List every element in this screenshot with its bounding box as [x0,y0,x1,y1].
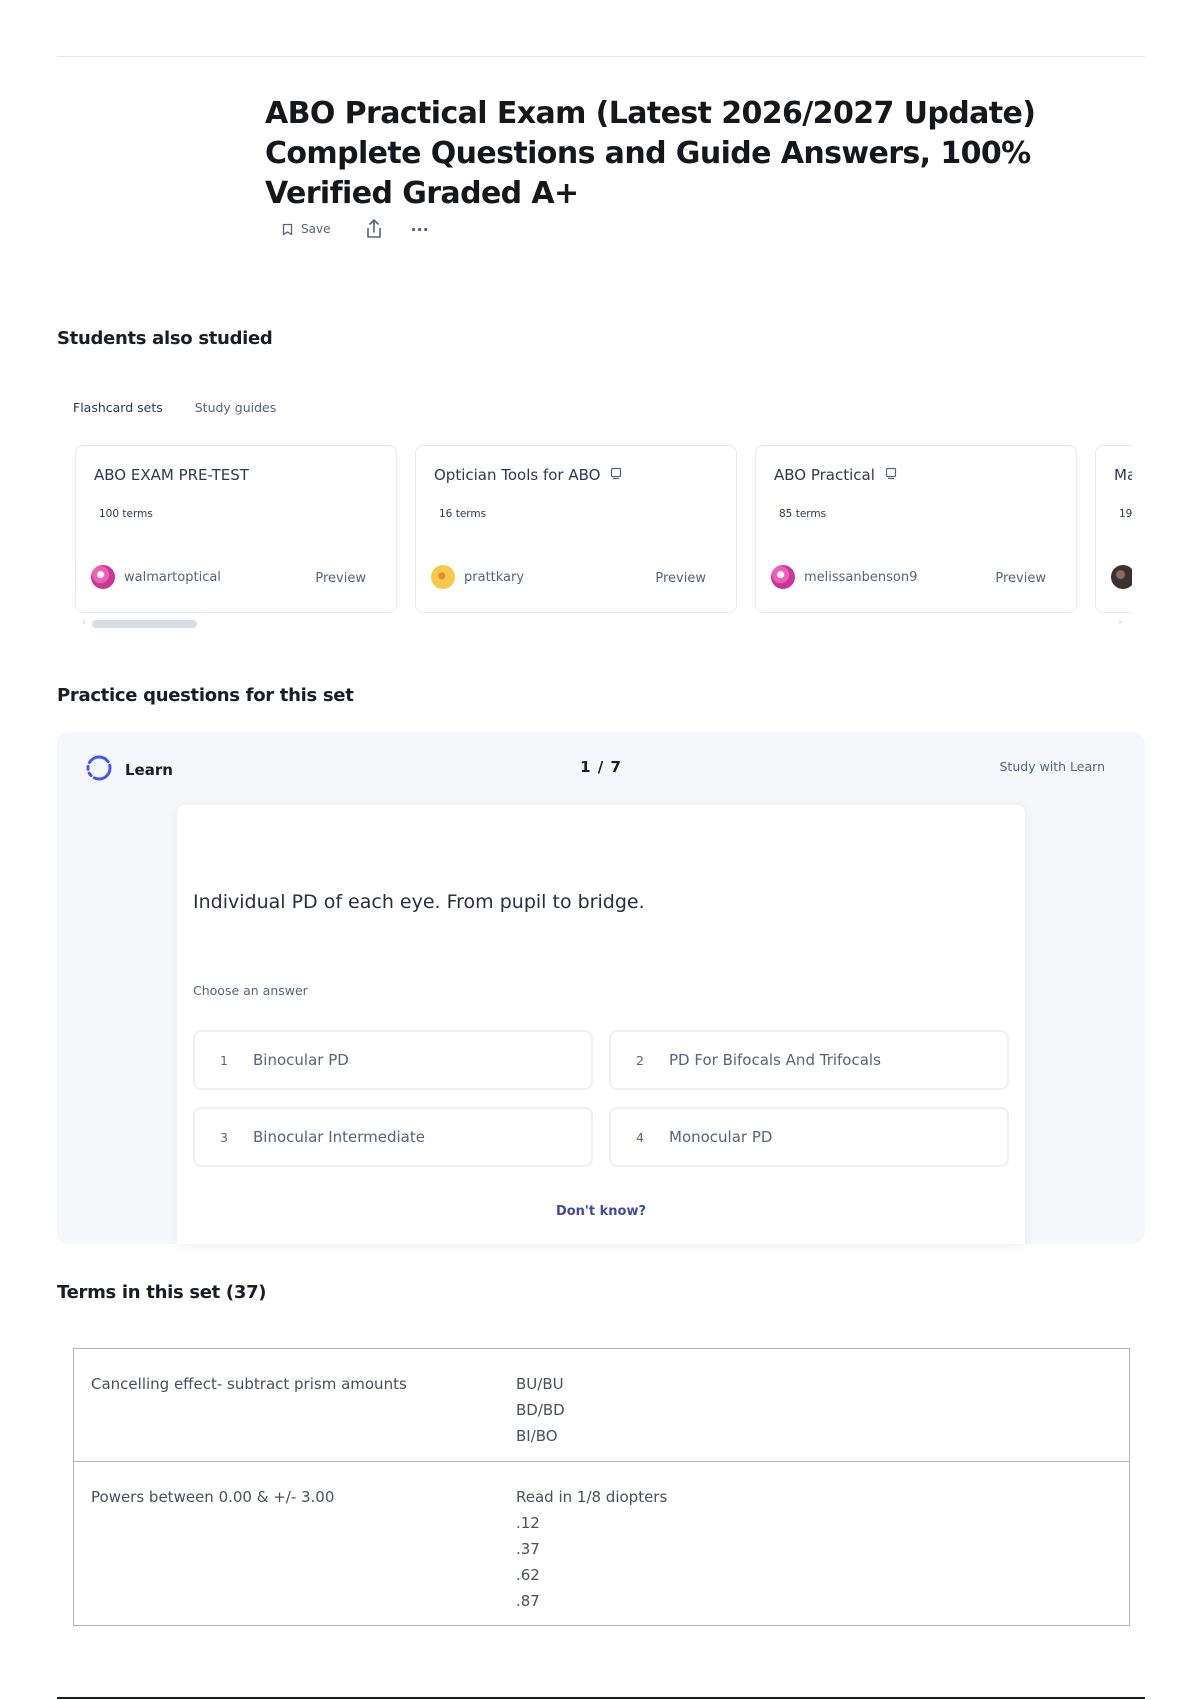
option-number: 2 [636,1052,644,1068]
action-bar: Save ··· [282,215,429,243]
term-text: Cancelling effect- subtract prism amount… [91,1375,407,1393]
preview-button[interactable]: Preview [655,571,706,586]
study-type-tabs: Flashcard sets Study guides [73,400,276,415]
tab-flashcard-sets[interactable]: Flashcard sets [73,400,163,415]
answer-option-4[interactable]: 4 Monocular PD [609,1107,1009,1167]
save-label: Save [301,222,331,236]
card-author[interactable] [1111,565,1132,589]
definition-text: Read in 1/8 diopters .12 .37 .62 .87 [516,1488,668,1610]
study-with-learn-link[interactable]: Study with Learn [1000,759,1106,774]
bottom-divider [57,1697,1145,1699]
tab-study-guides[interactable]: Study guides [195,400,277,415]
card-term-count: 19 [1119,508,1132,520]
term-text: Powers between 0.00 & +/- 3.00 [91,1488,335,1506]
card-author[interactable]: melissanbenson9 [771,565,917,589]
preview-button[interactable]: Preview [315,571,366,586]
answer-option-2[interactable]: 2 PD For Bifocals And Trifocals [609,1030,1009,1090]
related-set-card[interactable]: Ma 19 [1095,445,1132,613]
study-guide-icon [610,466,622,484]
avatar [91,565,115,589]
card-term-count: 100 terms [99,508,153,520]
more-options-icon[interactable]: ··· [410,220,428,239]
avatar [431,565,455,589]
share-icon[interactable] [364,218,384,240]
preview-button[interactable]: Preview [995,571,1046,586]
question-progress: 1 / 7 [580,758,622,776]
question-text: Individual PD of each eye. From pupil to… [193,891,645,913]
definition-text: BU/BU BD/BD BI/BO [516,1375,565,1445]
table-row: Cancelling effect- subtract prism amount… [74,1349,1129,1461]
option-label: Monocular PD [669,1128,773,1146]
related-set-card[interactable]: ABO Practical 85 terms melissanbenson9 P… [755,445,1077,613]
page-title: ABO Practical Exam (Latest 2026/2027 Upd… [265,96,1036,211]
option-number: 4 [636,1129,644,1145]
option-number: 3 [220,1129,228,1145]
avatar [771,565,795,589]
table-row: Powers between 0.00 & +/- 3.00 Read in 1… [74,1461,1129,1625]
scroll-right-icon[interactable]: › [1118,617,1122,628]
card-title: ABO EXAM PRE-TEST [94,466,249,484]
card-term-count: 85 terms [779,508,827,520]
card-author[interactable]: prattkary [431,565,524,589]
answer-option-1[interactable]: 1 Binocular PD [193,1030,593,1090]
answer-option-3[interactable]: 3 Binocular Intermediate [193,1107,593,1167]
save-button[interactable]: Save [282,222,330,236]
related-sets-carousel: ABO EXAM PRE-TEST 100 terms walmartoptic… [75,445,1132,615]
option-label: Binocular PD [253,1051,349,1069]
bookmark-icon [282,223,293,236]
card-title: Optician Tools for ABO [434,466,622,484]
dont-know-button[interactable]: Don't know? [177,1204,1025,1219]
card-author[interactable]: walmartoptical [91,565,221,589]
choose-answer-label: Choose an answer [193,983,308,998]
students-also-studied-heading: Students also studied [57,328,273,349]
study-guide-icon [885,466,897,484]
terms-table: Cancelling effect- subtract prism amount… [73,1348,1130,1626]
option-number: 1 [220,1052,228,1068]
option-label: PD For Bifocals And Trifocals [669,1051,881,1069]
top-divider [57,56,1145,57]
related-set-card[interactable]: ABO EXAM PRE-TEST 100 terms walmartoptic… [75,445,397,613]
terms-heading: Terms in this set (37) [57,1282,267,1303]
card-title: Ma [1114,466,1132,484]
card-term-count: 16 terms [439,508,487,520]
carousel-scrollbar[interactable]: ‹ › [82,617,1122,628]
avatar [1111,565,1132,589]
practice-questions-heading: Practice questions for this set [57,685,354,706]
related-set-card[interactable]: Optician Tools for ABO 16 terms prattkar… [415,445,737,613]
question-card: Individual PD of each eye. From pupil to… [177,805,1025,1244]
scrollbar-thumb[interactable] [92,620,197,628]
learn-panel: Learn 1 / 7 Study with Learn Individual … [57,732,1145,1244]
card-title: ABO Practical [774,466,897,484]
option-label: Binocular Intermediate [253,1128,425,1146]
scroll-left-icon[interactable]: ‹ [82,617,86,628]
